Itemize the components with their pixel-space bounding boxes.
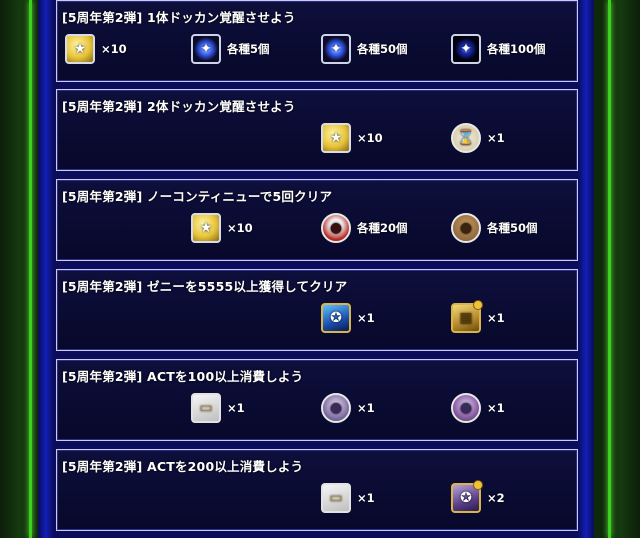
reward-quantity: ×1	[487, 131, 505, 145]
support-item-icon: ●	[451, 393, 481, 423]
badge-icon	[473, 300, 483, 310]
reward-quantity: 各種50個	[487, 221, 538, 235]
mission-card[interactable]: [5周年第2弾] 1体ドッカン覚醒させよう ★ ×10 ✦ 各種5個 ✦ 各種5…	[56, 0, 578, 82]
dragon-stone-orb-icon: ✦	[321, 34, 351, 64]
mission-card[interactable]: [5周年第2弾] ゼニーを5555以上獲得してクリア ✪ ×1 ▦ ×1	[56, 269, 578, 351]
reward-quantity: ×1	[357, 401, 375, 415]
reward-quantity: ×1	[487, 401, 505, 415]
reward-item[interactable]: ✦ 各種50個	[321, 31, 408, 67]
reward-item[interactable]: ★ ×10	[321, 120, 383, 156]
ticket-icon: ▭	[321, 483, 351, 513]
mission-title: [5周年第2弾] ACTを100以上消費しよう	[62, 369, 304, 384]
reward-item[interactable]: ● 各種50個	[451, 210, 538, 246]
reward-quantity: 各種20個	[357, 221, 408, 235]
reward-item[interactable]: ● 各種20個	[321, 210, 408, 246]
medal-icon: ★	[321, 123, 351, 153]
reward-item[interactable]: ● ×1	[451, 390, 505, 426]
reward-quantity: ×1	[357, 491, 375, 505]
reward-item[interactable]: ✦ 各種5個	[191, 31, 270, 67]
badge-icon	[473, 480, 483, 490]
mission-card[interactable]: [5周年第2弾] 2体ドッカン覚醒させよう ★ ×10 ⌛ ×1	[56, 89, 578, 171]
reward-quantity: ×1	[357, 311, 375, 325]
reward-item[interactable]: ✪ ×1	[321, 300, 375, 336]
mission-title: [5周年第2弾] 1体ドッカン覚醒させよう	[62, 10, 296, 25]
brown-training-item-icon: ●	[451, 213, 481, 243]
reward-item[interactable]: ● ×1	[321, 390, 375, 426]
gold-card-icon: ▦	[451, 300, 483, 333]
reward-quantity: ×10	[357, 131, 383, 145]
reward-quantity: 各種5個	[227, 42, 270, 56]
mission-title: [5周年第2弾] ACTを200以上消費しよう	[62, 459, 304, 474]
reward-item[interactable]: ▦ ×1	[451, 300, 505, 336]
reward-item[interactable]: ✦ 各種100個	[451, 31, 546, 67]
mission-list: [5周年第2弾] 1体ドッカン覚醒させよう ★ ×10 ✦ 各種5個 ✦ 各種5…	[0, 0, 640, 538]
mission-title: [5周年第2弾] 2体ドッカン覚醒させよう	[62, 99, 296, 114]
reward-item[interactable]: ★ ×10	[65, 31, 127, 67]
reward-quantity: ×1	[227, 401, 245, 415]
reward-quantity: ×10	[101, 42, 127, 56]
red-training-item-icon: ●	[321, 213, 351, 243]
reward-quantity: 各種100個	[487, 42, 546, 56]
reward-quantity: ×1	[487, 311, 505, 325]
dark-orb-icon: ✦	[451, 34, 481, 64]
reward-quantity: ×2	[487, 491, 505, 505]
mission-card[interactable]: [5周年第2弾] ACTを200以上消費しよう ▭ ×1 ✪ ×2	[56, 449, 578, 531]
reward-item[interactable]: ⌛ ×1	[451, 120, 505, 156]
mission-card[interactable]: [5周年第2弾] ノーコンティニューで5回クリア ★ ×10 ● 各種20個 ●…	[56, 179, 578, 261]
reward-item[interactable]: ▭ ×1	[321, 480, 375, 516]
support-item-icon: ●	[321, 393, 351, 423]
character-card-icon: ✪	[451, 480, 483, 513]
reward-item[interactable]: ★ ×10	[191, 210, 253, 246]
mission-card[interactable]: [5周年第2弾] ACTを100以上消費しよう ▭ ×1 ● ×1 ● ×1	[56, 359, 578, 441]
reward-item[interactable]: ✪ ×2	[451, 480, 505, 516]
reward-item[interactable]: ▭ ×1	[191, 390, 245, 426]
reward-quantity: 各種50個	[357, 42, 408, 56]
character-card-icon: ✪	[321, 303, 351, 333]
ticket-icon: ▭	[191, 393, 221, 423]
reward-quantity: ×10	[227, 221, 253, 235]
mission-title: [5周年第2弾] ノーコンティニューで5回クリア	[62, 189, 333, 204]
mission-title: [5周年第2弾] ゼニーを5555以上獲得してクリア	[62, 279, 348, 294]
medal-icon: ★	[65, 34, 95, 64]
medal-icon: ★	[191, 213, 221, 243]
dragon-stone-orb-icon: ✦	[191, 34, 221, 64]
hourglass-icon: ⌛	[451, 123, 481, 153]
